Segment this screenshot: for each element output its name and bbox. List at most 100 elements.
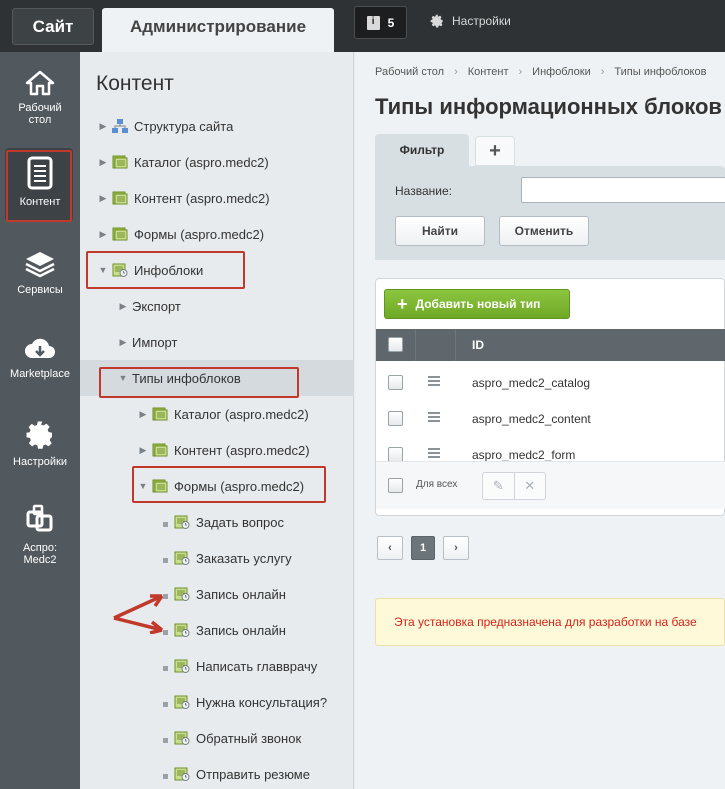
nav-item-aspro[interactable]: Аспро: Medc2 [0, 504, 80, 566]
breadcrumb-item[interactable]: Рабочий стол [375, 66, 444, 78]
breadcrumb-item[interactable]: Типы инфоблоков [614, 66, 706, 78]
pager-next-button[interactable]: › [443, 536, 469, 560]
tree-item-label: Контент (aspro.medc2) [134, 190, 270, 206]
tree-item[interactable]: Заказать услугу [80, 540, 354, 576]
folder-icon [112, 191, 128, 205]
nav-item-desktop[interactable]: Рабочий стол [0, 70, 80, 126]
grid-header: ID [376, 329, 725, 361]
nav-item-label: Сервисы [17, 284, 63, 296]
tree-item[interactable]: ▶ Формы (aspro.medc2) [80, 216, 354, 252]
for-all-label: Для всех [416, 479, 458, 490]
table-row[interactable]: aspro_medc2_content [376, 401, 725, 437]
collapsed-arrow-icon[interactable]: ▶ [134, 409, 152, 420]
tree-title: Контент [96, 72, 174, 95]
settings-link[interactable]: Настройки [430, 14, 511, 28]
tree-item-label: Экспорт [132, 298, 181, 314]
pager-current-page[interactable]: 1 [411, 536, 435, 560]
tree-item[interactable]: ▶ Каталог (aspro.medc2) [80, 144, 354, 180]
bullet-icon [156, 659, 174, 674]
collapsed-arrow-icon[interactable]: ▶ [114, 301, 132, 312]
gear-icon [26, 421, 52, 449]
pager-prev-button[interactable]: ‹ [377, 536, 403, 560]
row-id[interactable]: aspro_medc2_catalog [472, 376, 590, 390]
types-grid: + Добавить новый тип ID aspro_medc2_cata… [375, 278, 725, 516]
tree-item-label: Контент (aspro.medc2) [174, 442, 310, 458]
nav-item-marketplace[interactable]: Marketplace [0, 336, 80, 380]
filter-tab[interactable]: Фильтр [375, 134, 469, 166]
tab-administration[interactable]: Администрирование [102, 8, 334, 52]
tree-item-label: Каталог (aspro.medc2) [174, 406, 309, 422]
row-menu-icon[interactable] [428, 412, 440, 424]
column-header-id[interactable]: ID [472, 338, 484, 352]
tree-item[interactable]: Обратный звонок [80, 720, 354, 756]
edit-icon[interactable]: ✎ [483, 473, 514, 499]
tree-item[interactable]: ▶ Импорт [80, 324, 354, 360]
folder-icon [152, 443, 168, 457]
row-id[interactable]: aspro_medc2_content [472, 412, 591, 426]
row-checkbox[interactable] [388, 375, 403, 390]
tree-item[interactable]: Нужна консультация? [80, 684, 354, 720]
add-filter-button[interactable]: + [475, 136, 515, 166]
notifications-count: 5 [387, 15, 395, 30]
tree-item[interactable]: Задать вопрос [80, 504, 354, 540]
tree-item[interactable]: Отправить резюме [80, 756, 354, 789]
folder-icon [152, 407, 168, 421]
breadcrumb-item[interactable]: Контент [468, 66, 509, 78]
select-all-checkbox[interactable] [388, 337, 403, 352]
annotation-box-forms [132, 466, 326, 503]
iblock-icon [174, 731, 190, 745]
find-button[interactable]: Найти [395, 216, 485, 246]
tree-item[interactable]: ▶ Контент (aspro.medc2) [80, 432, 354, 468]
layers-icon [25, 252, 55, 278]
annotation-box-infoblocks [86, 251, 245, 289]
tree-item[interactable]: ▶ Экспорт [80, 288, 354, 324]
row-menu-icon[interactable] [428, 376, 440, 388]
row-menu-icon[interactable] [428, 448, 440, 460]
for-all-checkbox[interactable] [388, 478, 403, 493]
cancel-button[interactable]: Отменить [499, 216, 589, 246]
page-title: Типы информационных блоков [375, 94, 722, 119]
site-structure-icon [112, 119, 128, 133]
collapsed-arrow-icon[interactable]: ▶ [134, 445, 152, 456]
folder-icon [112, 227, 128, 241]
iblock-icon [174, 551, 190, 565]
collapsed-arrow-icon[interactable]: ▶ [94, 121, 112, 132]
annotation-box-iblock-types [99, 367, 299, 398]
iblock-icon [174, 695, 190, 709]
tree-item[interactable]: ▶ Контент (aspro.medc2) [80, 180, 354, 216]
tree-item-label: Запись онлайн [196, 586, 286, 602]
tree-item-label: Импорт [132, 334, 178, 350]
tree-item[interactable]: ▶ Каталог (aspro.medc2) [80, 396, 354, 432]
top-bar: Сайт Администрирование i 5 Настройки [0, 0, 725, 52]
bullet-icon [156, 767, 174, 782]
breadcrumb: Рабочий стол › Контент › Инфоблоки › Типы и… [375, 66, 706, 78]
collapsed-arrow-icon[interactable]: ▶ [94, 157, 112, 168]
collapsed-arrow-icon[interactable]: ▶ [94, 229, 112, 240]
folder-icon [112, 155, 128, 169]
collapsed-arrow-icon[interactable]: ▶ [114, 337, 132, 348]
nav-item-services[interactable]: Сервисы [0, 250, 80, 296]
add-new-type-label: Добавить новый тип [415, 297, 541, 311]
tree-item[interactable]: Написать главврачу [80, 648, 354, 684]
delete-icon[interactable]: ✕ [513, 473, 546, 499]
tree-item[interactable]: ▶ Структура сайта [80, 108, 354, 144]
iblock-icon [174, 659, 190, 673]
nav-item-label: Рабочий стол [18, 102, 62, 126]
row-checkbox[interactable] [388, 411, 403, 426]
breadcrumb-item[interactable]: Инфоблоки [532, 66, 591, 78]
table-row[interactable]: aspro_medc2_catalog [376, 365, 725, 401]
filter-name-input[interactable] [521, 177, 725, 203]
gear-icon [430, 14, 443, 28]
add-new-type-button[interactable]: + Добавить новый тип [384, 289, 570, 319]
notifications-button[interactable]: i 5 [354, 6, 407, 39]
annotation-arrows [113, 594, 164, 634]
dev-notice: Эта установка предназначена для разработ… [375, 598, 725, 646]
nav-item-settings[interactable]: Настройки [0, 420, 80, 468]
grid-footer: Для всех ✎ ✕ [376, 461, 725, 509]
row-checkbox[interactable] [388, 447, 403, 462]
tab-site[interactable]: Сайт [12, 8, 94, 45]
bullet-icon [156, 695, 174, 710]
collapsed-arrow-icon[interactable]: ▶ [94, 193, 112, 204]
nav-item-label: Marketplace [10, 368, 70, 380]
row-id[interactable]: aspro_medc2_form [472, 448, 575, 462]
